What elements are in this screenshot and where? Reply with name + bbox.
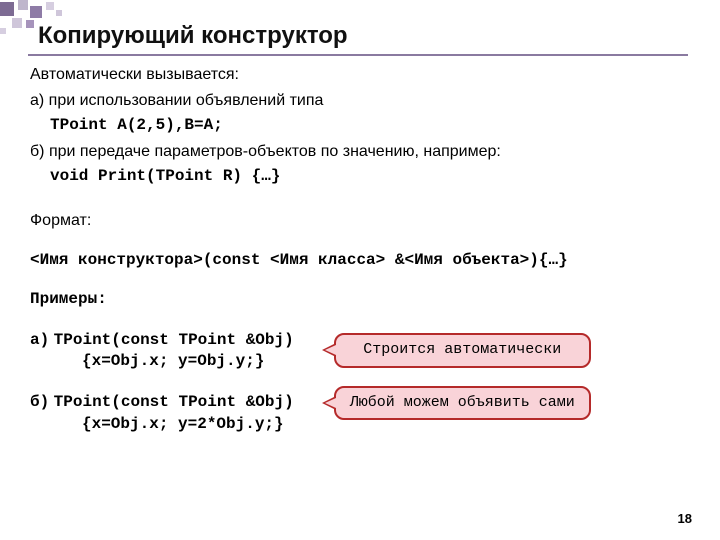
example-a-signature: TPoint(const TPoint &Obj) [54,331,294,349]
callout-auto-text: Строится автоматически [363,341,561,358]
callout-auto: Строится автоматически [334,333,591,368]
callout-tail-icon [322,343,336,357]
intro-line-1: Автоматически вызывается: [30,64,696,86]
intro-code-2: void Print(TPoint R) {…} [50,166,696,188]
format-label: Формат: [30,210,696,232]
callout-tail-icon [322,396,336,410]
callout-manual: Любой можем объявить сами [334,386,591,421]
example-b-label: б) [30,393,49,411]
example-a-body: {x=Obj.x; y=Obj.y;} [82,351,294,373]
format-code: <Имя конструктора>(const <Имя класса> &<… [30,250,696,272]
title-underline [28,54,688,56]
examples-label: Примеры: [30,289,696,311]
page-title: Копирующий конструктор [38,22,700,50]
example-a-label: а) [30,331,49,349]
intro-code-1: TPoint A(2,5),B=A; [50,115,696,137]
slide-content: Автоматически вызывается: а) при использ… [30,64,696,435]
example-b-body: {x=Obj.x; y=2*Obj.y;} [82,414,294,436]
example-b-signature: TPoint(const TPoint &Obj) [54,393,294,411]
intro-line-3: б) при передаче параметров-объектов по з… [30,141,696,163]
callout-manual-text: Любой можем объявить сами [350,394,575,411]
page-number: 18 [678,511,692,526]
intro-line-2: а) при использовании объявлений типа [30,90,696,112]
